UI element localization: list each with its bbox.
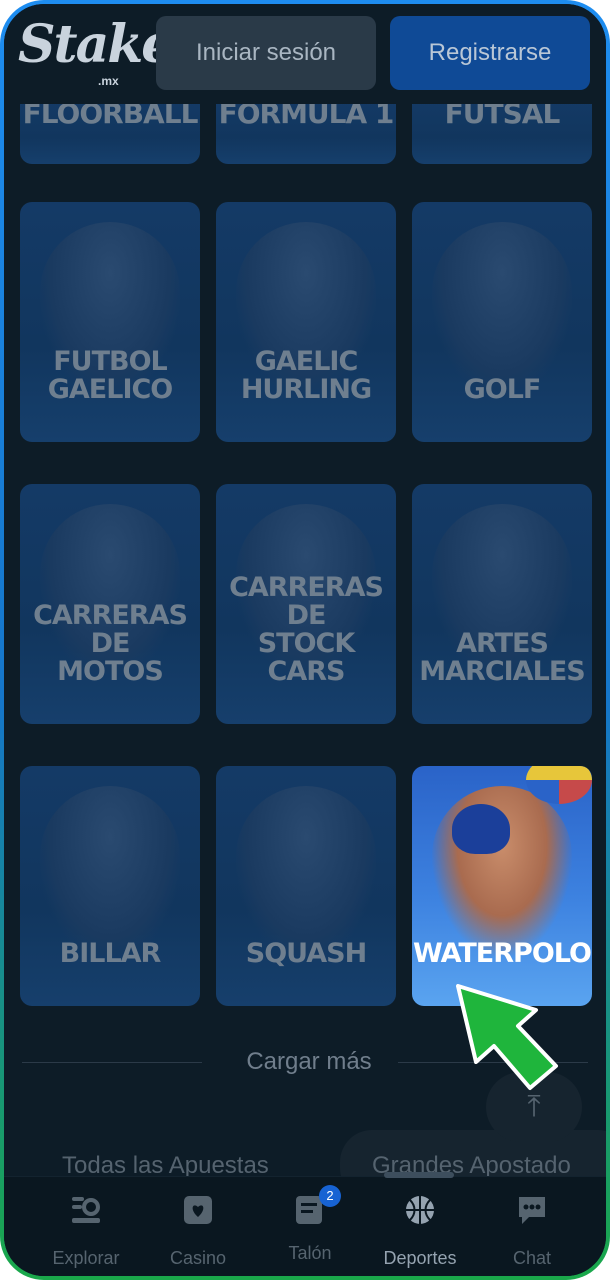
basketball-icon [406,1196,434,1224]
nav-item-chat[interactable]: Chat [472,1193,592,1269]
athlete-image [40,786,180,956]
sport-card-label: CARRERAS DE MOTOS [33,600,188,687]
tab-indicator [384,1172,454,1178]
nav-label: Talón [288,1243,332,1263]
sport-card-squash[interactable]: SQUASH [216,766,396,1006]
sport-card-label: FLOORBALL [22,98,199,130]
sport-card-label: CARRERAS DE STOCK CARS [229,572,384,687]
sport-card-billar[interactable]: BILLAR [20,766,200,1006]
app-screen: FLOORBALL FORMULA 1 FUTSAL FUTBOL GAELIC… [4,4,606,1276]
sport-card-futbol-gaelico[interactable]: FUTBOL GAELICO [20,202,200,442]
nav-label: Chat [512,1248,552,1268]
athlete-image [432,222,572,392]
arrow-up-icon: ⤒ [527,1090,541,1123]
sport-card-waterpolo[interactable]: WATERPOLO [412,766,592,1006]
swim-cap-image [452,804,510,854]
sport-card-label: FUTBOL GAELICO [47,346,174,405]
sport-card-carreras-de-stock-cars[interactable]: CARRERAS DE STOCK CARS [216,484,396,724]
sports-grid: FLOORBALL FORMULA 1 FUTSAL FUTBOL GAELIC… [4,4,606,1014]
nav-item-betslip[interactable]: 2 Talón [250,1185,370,1264]
betslip-icon-wrapper: 2 [293,1185,341,1227]
login-button[interactable]: Iniciar sesión [156,16,376,90]
sport-card-artes-marciales[interactable]: ARTES MARCIALES [412,484,592,724]
sport-card-label: GAELIC HURLING [240,346,372,405]
nav-item-sports[interactable]: Deportes [360,1193,480,1269]
athlete-image [236,786,376,956]
load-more-button[interactable]: Cargar más [204,1048,414,1076]
sport-card-golf[interactable]: GOLF [412,202,592,442]
sport-card-label: FUTSAL [444,98,561,130]
sport-card-label: WATERPOLO [413,938,592,969]
nav-label: Casino [169,1248,227,1268]
logo-region-label: .mx [98,74,119,88]
sport-card-carreras-de-motos[interactable]: CARRERAS DE MOTOS [20,484,200,724]
sport-card-futsal[interactable]: FUTSAL [412,98,592,164]
casino-cards-icon [184,1196,212,1224]
divider-left [22,1062,202,1063]
sport-card-floorball[interactable]: FLOORBALL [20,98,200,164]
sport-card-label: ARTES MARCIALES [419,628,585,687]
stake-logo[interactable]: Stake [18,14,174,75]
nav-label: Explorar [52,1248,120,1268]
nav-item-casino[interactable]: Casino [138,1193,258,1269]
nav-item-explore[interactable]: Explorar [26,1193,146,1269]
nav-label: Deportes [383,1248,457,1268]
sport-card-label: FORMULA 1 [218,98,395,130]
device-frame: FLOORBALL FORMULA 1 FUTSAL FUTBOL GAELIC… [0,0,610,1280]
top-header: Stake .mx Iniciar sesión Registrarse [4,4,606,104]
sport-card-gaelic-hurling[interactable]: GAELIC HURLING [216,202,396,442]
bottom-nav: Explorar Casino 2 Talón Deportes Chat [4,1176,606,1276]
sport-card-label: GOLF [463,374,542,405]
sport-card-label: SQUASH [245,938,367,969]
sport-card-formula-1[interactable]: FORMULA 1 [216,98,396,164]
register-button[interactable]: Registrarse [390,16,590,90]
chat-bubble-icon [519,1197,545,1224]
pointer-arrow-icon [456,984,558,1090]
betslip-count-badge: 2 [319,1185,341,1207]
sport-card-label: BILLAR [59,938,162,969]
explore-icon [72,1197,100,1223]
